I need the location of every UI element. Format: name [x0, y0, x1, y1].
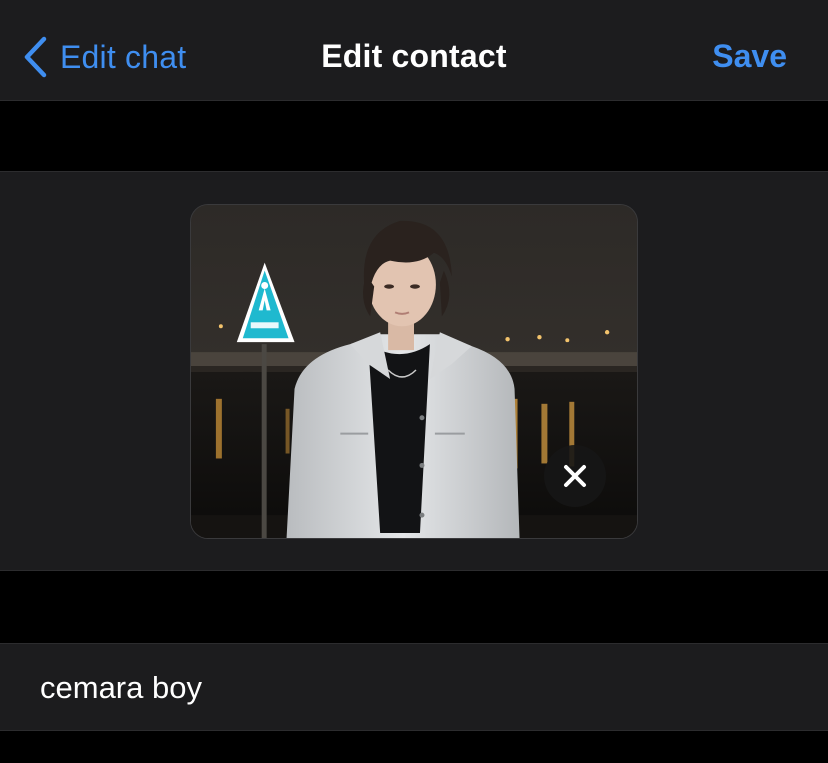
back-button[interactable]: Edit chat	[22, 34, 186, 80]
close-icon	[564, 465, 586, 487]
contact-name-row	[0, 643, 828, 732]
contact-photo[interactable]	[190, 204, 638, 539]
chevron-left-icon	[24, 36, 47, 78]
navigation-bar: Edit chat Edit contact Save	[0, 0, 828, 101]
edit-contact-screen: Edit chat Edit contact Save	[0, 0, 828, 763]
save-button[interactable]: Save	[712, 38, 787, 75]
photo-section	[0, 171, 828, 571]
back-button-label: Edit chat	[60, 38, 187, 75]
contact-name-field[interactable]	[40, 644, 800, 732]
remove-photo-button[interactable]	[544, 445, 606, 507]
